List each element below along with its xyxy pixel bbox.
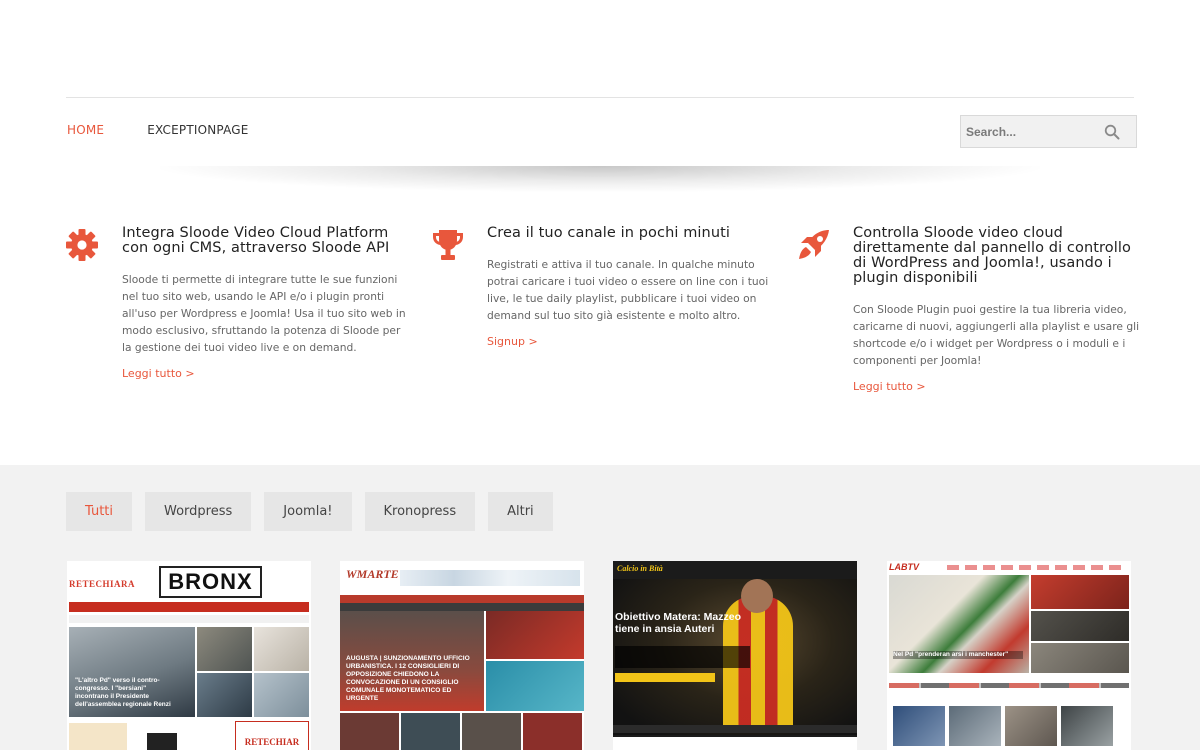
grid-image xyxy=(523,713,582,750)
grid-image xyxy=(1005,706,1057,746)
site-logo: LABTV xyxy=(889,562,919,572)
site-navbar xyxy=(947,565,1127,570)
signup-link[interactable]: Signup > xyxy=(487,335,538,348)
ad-banner xyxy=(400,570,580,586)
hero-image: "L'altro Pd" verso il contro-congresso. … xyxy=(69,627,195,717)
portfolio-item-calcio[interactable]: Calcio in Bità Obiettivo Matera: Mazzeo … xyxy=(613,561,857,750)
site-ticker xyxy=(889,683,1129,688)
grid-image xyxy=(949,706,1001,746)
portfolio-item-wmarte[interactable]: WMARTE AUGUSTA | SUNZIONAMENTO UFFICIO U… xyxy=(340,561,584,750)
feature-title: Crea il tuo canale in pochi minuti xyxy=(487,225,731,241)
filter-altri[interactable]: Altri xyxy=(488,492,553,531)
ad-banner: RETECHIAR xyxy=(235,721,309,750)
filter-wordpress[interactable]: Wordpress xyxy=(145,492,252,531)
hero-image: AUGUSTA | SUNZIONAMENTO UFFICIO URBANIST… xyxy=(340,611,484,711)
search-icon[interactable] xyxy=(1104,124,1120,140)
site-subnav xyxy=(340,603,584,611)
grid-image xyxy=(340,713,399,750)
site-content xyxy=(613,737,857,750)
grid-image xyxy=(1061,706,1113,746)
hero-image: Nel Pd "prenderan arsi i manchester" xyxy=(889,575,1029,673)
grid-image xyxy=(69,723,127,750)
filter-all[interactable]: Tutti xyxy=(66,492,133,531)
grid-image xyxy=(197,627,252,671)
feature-plugin-control: Controlla Sloode video cloud direttament… xyxy=(799,225,1143,394)
filter-kronopress[interactable]: Kronopress xyxy=(364,492,476,531)
site-navbar xyxy=(69,602,309,612)
score-panel xyxy=(615,646,750,668)
portfolio-section: Tutti Wordpress Joomla! Kronopress Altri… xyxy=(0,465,1200,750)
header-divider xyxy=(66,97,1134,98)
site-logo: WMARTE xyxy=(346,567,399,581)
feature-text: Sloode ti permette di integrare tutte le… xyxy=(122,273,406,354)
nav-item-exceptionpage[interactable]: EXCEPTIONPAGE xyxy=(147,123,248,137)
hero-headline: Obiettivo Matera: Mazzeo tiene in ansia … xyxy=(615,611,742,635)
site-logo: RETECHIARA xyxy=(69,579,136,589)
grid-image xyxy=(147,733,177,750)
site-ticker xyxy=(69,615,309,623)
hero-headline: AUGUSTA | SUNZIONAMENTO UFFICIO URBANIST… xyxy=(346,655,470,702)
read-more-link[interactable]: Leggi tutto > xyxy=(853,380,926,393)
feature-title: Integra Sloode Video Cloud Platform con … xyxy=(122,225,390,256)
grid-image xyxy=(486,611,584,659)
nav-item-home[interactable]: HOME xyxy=(67,123,104,137)
rocket-icon xyxy=(799,230,829,259)
grid-image xyxy=(1031,575,1129,609)
hero-headline: Nel Pd "prenderan arsi i manchester" xyxy=(893,651,1023,659)
main-nav: HOME EXCEPTIONPAGE xyxy=(67,123,249,137)
search-box xyxy=(960,115,1137,148)
grid-image xyxy=(254,627,309,671)
news-strip xyxy=(613,725,857,733)
portfolio-filters: Tutti Wordpress Joomla! Kronopress Altri xyxy=(66,492,553,531)
hero-figure-head xyxy=(741,579,773,613)
header-shadow xyxy=(160,166,1040,192)
feature-title: Controlla Sloode video cloud direttament… xyxy=(853,225,1131,286)
read-more-link[interactable]: Leggi tutto > xyxy=(122,367,195,380)
hero-headline: "L'altro Pd" verso il contro-congresso. … xyxy=(75,677,171,708)
feature-cms-integration: Integra Sloode Video Cloud Platform con … xyxy=(66,225,412,381)
grid-image xyxy=(197,673,252,717)
grid-image xyxy=(1031,611,1129,641)
grid-image xyxy=(401,713,460,750)
team-bar xyxy=(615,673,715,682)
grid-image xyxy=(254,673,309,717)
feature-create-channel: Crea il tuo canale in pochi minuti Regis… xyxy=(433,225,777,349)
grid-image xyxy=(893,706,945,746)
grid-image xyxy=(486,661,584,711)
trophy-icon xyxy=(433,230,463,260)
filter-joomla[interactable]: Joomla! xyxy=(264,492,352,531)
portfolio-item-retechiara[interactable]: RETECHIARA BRONX "L'altro Pd" verso il c… xyxy=(67,561,311,750)
site-logo: Calcio in Bità xyxy=(617,564,663,573)
grid-image xyxy=(462,713,521,750)
feature-text: Registrati e attiva il tuo canale. In qu… xyxy=(487,258,769,322)
portfolio-item-labtv[interactable]: LABTV Nel Pd "prenderan arsi i mancheste… xyxy=(887,561,1131,750)
site-banner: BRONX xyxy=(159,566,262,598)
search-input[interactable] xyxy=(961,116,1101,147)
feature-text: Con Sloode Plugin puoi gestire la tua li… xyxy=(853,303,1140,367)
site-navbar xyxy=(340,595,584,603)
gear-icon xyxy=(66,229,98,261)
grid-image xyxy=(1031,643,1129,673)
site-header: WMARTE xyxy=(340,561,584,595)
